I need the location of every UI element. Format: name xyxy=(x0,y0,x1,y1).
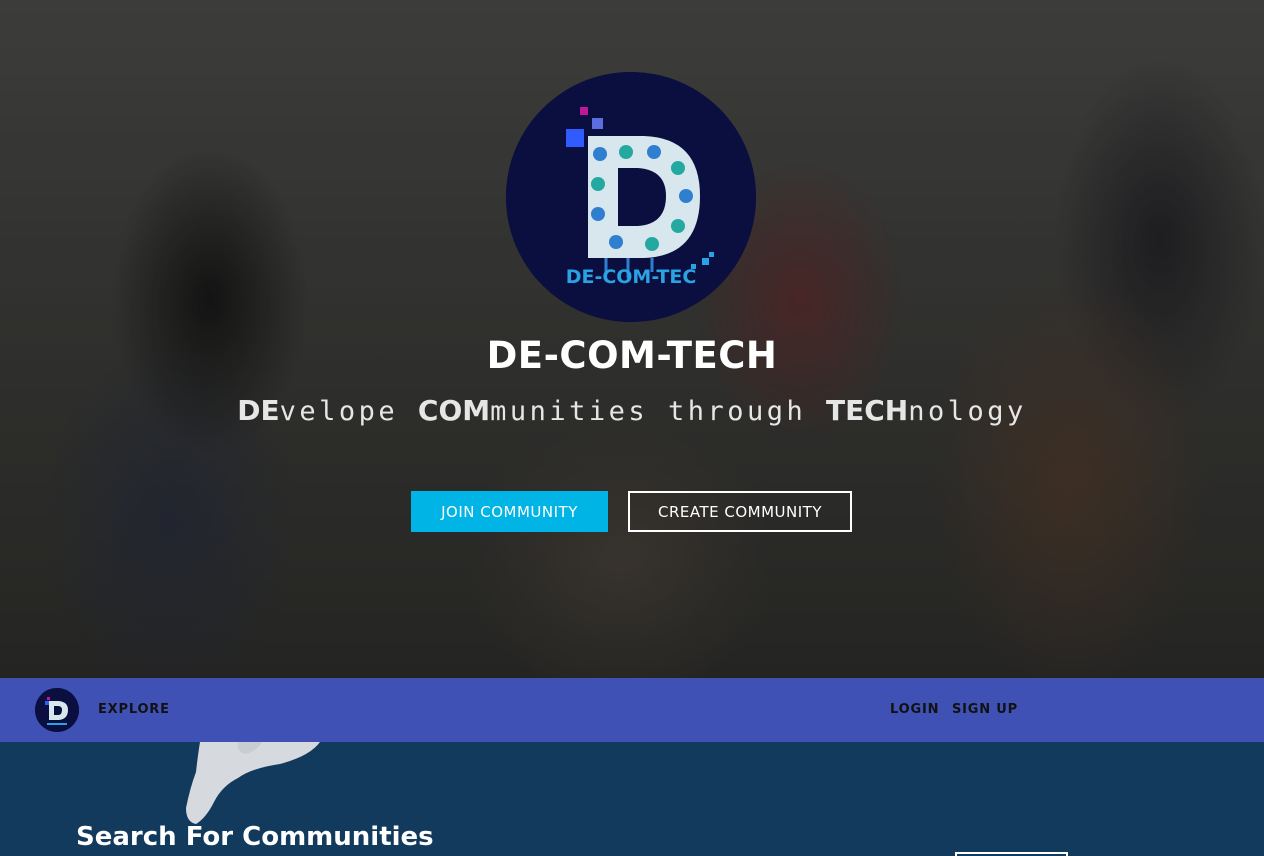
hero-tagline: DEvelope COMmunities through TECHnology xyxy=(0,394,1264,427)
tagline-part: nology xyxy=(908,396,1027,427)
search-action-button[interactable] xyxy=(955,852,1068,856)
create-community-button[interactable]: CREATE COMMUNITY xyxy=(628,491,852,532)
logo-graphic: DE-COM-TEC xyxy=(506,72,756,322)
nav-login-link[interactable]: LOGIN xyxy=(890,702,939,717)
tagline-part: COM xyxy=(417,394,491,427)
nav-logo[interactable] xyxy=(35,688,79,732)
tagline-part: munities through xyxy=(490,396,826,427)
nav-logo-graphic xyxy=(35,688,79,732)
logo-text: DE-COM-TEC xyxy=(566,266,697,288)
hero-content: DE-COM-TEC DE-COM-TECH DEvelope COMmunit… xyxy=(0,0,1264,678)
nav-explore-link[interactable]: EXPLORE xyxy=(98,702,170,717)
brand-logo: DE-COM-TEC xyxy=(506,72,756,322)
nav-signup-link[interactable]: SIGN UP xyxy=(952,702,1018,717)
search-section: Search For Communities xyxy=(0,742,1264,856)
navbar: EXPLORE LOGIN SIGN UP xyxy=(0,678,1264,742)
hero-title: DE-COM-TECH xyxy=(486,334,778,377)
hero-section: DE-COM-TEC DE-COM-TECH DEvelope COMmunit… xyxy=(0,0,1264,678)
tagline-part: DE xyxy=(237,394,280,427)
tagline-part: velope xyxy=(279,396,418,427)
tagline-part: TECH xyxy=(825,394,909,427)
search-section-title: Search For Communities xyxy=(76,822,434,852)
join-community-button[interactable]: JOIN COMMUNITY xyxy=(411,491,608,532)
